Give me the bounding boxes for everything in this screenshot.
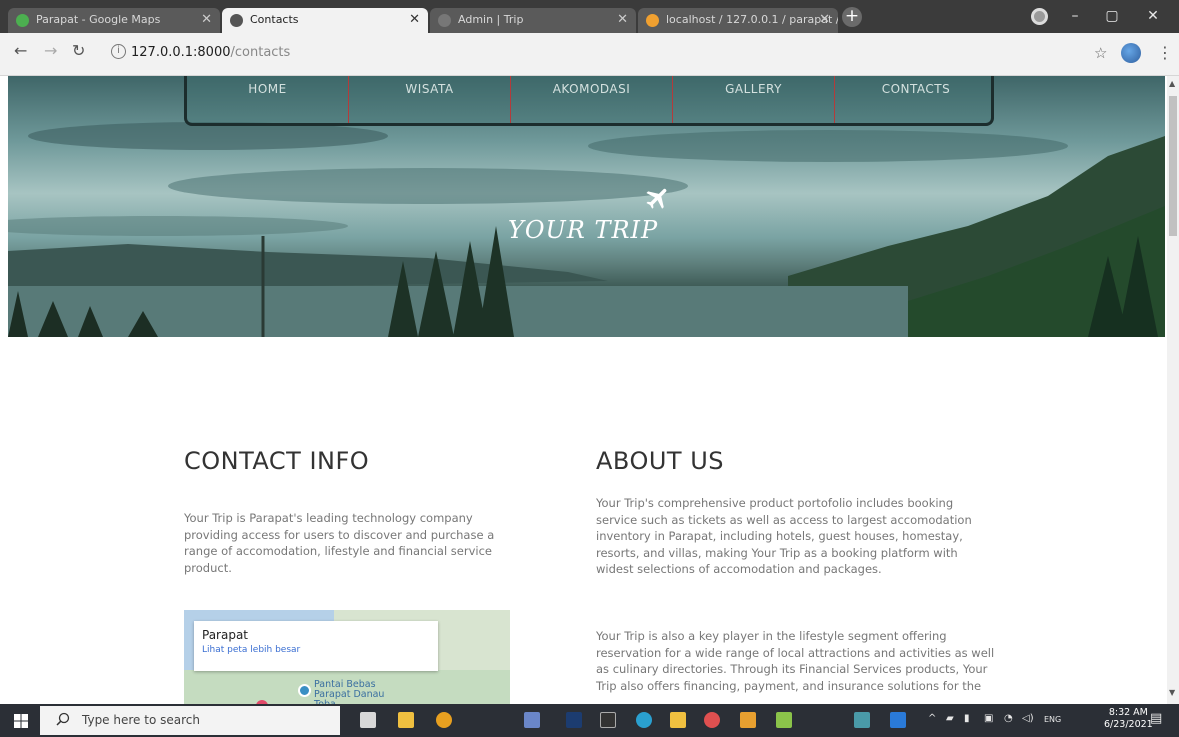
map-info-card: Parapat Lihat peta lebih besar: [194, 621, 438, 671]
app-icon[interactable]: [524, 712, 540, 728]
tab-title: Contacts: [250, 13, 299, 26]
nav-wisata-link[interactable]: WISATA: [349, 76, 511, 123]
close-tab-icon[interactable]: ✕: [819, 12, 830, 27]
photoshop-icon[interactable]: [566, 712, 582, 728]
nav-gallery-link[interactable]: GALLERY: [673, 76, 835, 123]
browser-tab-strip: Parapat - Google Maps ✕ Contacts ✕ Admin…: [0, 0, 1179, 33]
windows-taskbar: Type here to search ^ ▰ ▮ ▣ ◔ ◁) ENG 8:3…: [0, 704, 1179, 737]
volume-icon[interactable]: ◁): [1022, 713, 1034, 724]
tab-contacts[interactable]: Contacts ✕: [222, 8, 428, 33]
terminal-icon[interactable]: [600, 712, 616, 728]
url-path: /contacts: [230, 45, 291, 60]
contact-info-heading: CONTACT INFO: [184, 447, 370, 475]
battery-icon[interactable]: ▮: [964, 713, 970, 724]
main-navbar: HOME WISATA AKOMODASI GALLERY CONTACTS: [184, 76, 994, 126]
brand-title: YOUR TRIP: [508, 216, 659, 244]
about-us-text: Your Trip's comprehensive product portof…: [596, 496, 972, 576]
close-tab-icon[interactable]: ✕: [617, 12, 628, 27]
app-orange-icon[interactable]: [740, 712, 756, 728]
browser-toolbar: ← → ↻ i 127.0.0.1:8000/contacts ☆ ⋮: [0, 33, 1179, 76]
taskbar-clock[interactable]: 8:32 AM 6/23/2021: [1104, 707, 1153, 731]
tray-chevron-icon[interactable]: ^: [928, 713, 936, 724]
bookmark-star-icon[interactable]: ☆: [1094, 44, 1107, 62]
contact-info-text: Your Trip is Parapat's leading technolog…: [184, 511, 495, 575]
vscode-icon[interactable]: [890, 712, 906, 728]
chrome-icon[interactable]: [436, 712, 452, 728]
hero-banner: HOME WISATA AKOMODASI GALLERY CONTACTS Y…: [8, 76, 1165, 337]
network-icon[interactable]: ▰: [946, 713, 954, 724]
clock-time: 8:32 AM: [1108, 707, 1148, 718]
main-content: CONTACT INFO Your Trip is Parapat's lead…: [0, 337, 1167, 704]
url-host: 127.0.0.1:8000: [131, 45, 231, 60]
tab-admin[interactable]: Admin | Trip ✕: [430, 8, 636, 33]
map-poi-label: Pantai Bebas Parapat Danau Toba: [314, 679, 385, 705]
search-placeholder: Type here to search: [82, 713, 200, 727]
nav-contacts-link[interactable]: CONTACTS: [835, 76, 997, 123]
profile-avatar-icon[interactable]: [1121, 43, 1141, 63]
reload-icon[interactable]: ↻: [72, 41, 85, 60]
windows-start-icon[interactable]: [14, 714, 28, 728]
profile-icon[interactable]: [1031, 8, 1048, 25]
scrollbar-thumb[interactable]: [1169, 96, 1177, 236]
maps-favicon-icon: [16, 14, 29, 27]
new-tab-button[interactable]: +: [842, 7, 862, 27]
page-scrollbar[interactable]: ▲ ▼: [1167, 76, 1179, 704]
phpmyadmin-favicon-icon: [646, 14, 659, 27]
notepad-icon[interactable]: [776, 712, 792, 728]
scroll-up-icon[interactable]: ▲: [1169, 79, 1175, 88]
menu-kebab-icon[interactable]: ⋮: [1157, 43, 1173, 62]
task-view-icon[interactable]: [360, 712, 376, 728]
globe-favicon-icon: [438, 14, 451, 27]
clock-date: 6/23/2021: [1104, 719, 1153, 730]
edge-icon[interactable]: [636, 712, 652, 728]
store-icon[interactable]: [398, 712, 414, 728]
close-tab-icon[interactable]: ✕: [409, 12, 420, 27]
embedded-map[interactable]: Parapat Lihat peta lebih besar Pantai Be…: [184, 610, 510, 704]
file-explorer-icon[interactable]: [670, 712, 686, 728]
back-arrow-icon[interactable]: ←: [14, 41, 27, 60]
maximize-button[interactable]: ▢: [1097, 4, 1127, 28]
chrome-active-icon[interactable]: [854, 712, 870, 728]
close-tab-icon[interactable]: ✕: [201, 12, 212, 27]
minimize-button[interactable]: –: [1060, 4, 1090, 28]
tab-title: localhost / 127.0.0.1 / parapat / ...: [666, 13, 838, 26]
site-info-icon[interactable]: i: [111, 44, 126, 59]
airplane-icon: [646, 188, 667, 209]
about-us-text-2: Your Trip is also a key player in the li…: [596, 629, 995, 693]
notification-app-icon[interactable]: ▣: [984, 713, 993, 724]
close-window-button[interactable]: ✕: [1138, 4, 1168, 28]
about-us-heading: ABOUT US: [596, 447, 725, 475]
globe-favicon-icon: [230, 14, 243, 27]
map-place-name: Parapat: [202, 628, 249, 642]
nav-home-link[interactable]: HOME: [187, 76, 349, 123]
scroll-down-icon[interactable]: ▼: [1169, 688, 1175, 697]
app-red-icon[interactable]: [704, 712, 720, 728]
tab-title: Parapat - Google Maps: [36, 13, 161, 26]
forward-arrow-icon[interactable]: →: [44, 41, 57, 60]
page-viewport: HOME WISATA AKOMODASI GALLERY CONTACTS Y…: [0, 76, 1167, 704]
tab-google-maps[interactable]: Parapat - Google Maps ✕: [8, 8, 220, 33]
taskbar-search-box[interactable]: Type here to search: [40, 706, 340, 735]
search-icon: [56, 712, 70, 726]
map-larger-link[interactable]: Lihat peta lebih besar: [202, 645, 430, 655]
action-center-icon[interactable]: ▤: [1150, 711, 1162, 726]
tab-phpmyadmin[interactable]: localhost / 127.0.0.1 / parapat / ... ✕: [638, 8, 838, 33]
map-pin-icon[interactable]: [298, 684, 311, 697]
language-indicator[interactable]: ENG: [1044, 715, 1061, 724]
wifi-icon[interactable]: ◔: [1004, 713, 1013, 724]
tab-title: Admin | Trip: [458, 13, 524, 26]
address-bar[interactable]: i 127.0.0.1:8000/contacts: [103, 40, 1109, 66]
nav-akomodasi-link[interactable]: AKOMODASI: [511, 76, 673, 123]
